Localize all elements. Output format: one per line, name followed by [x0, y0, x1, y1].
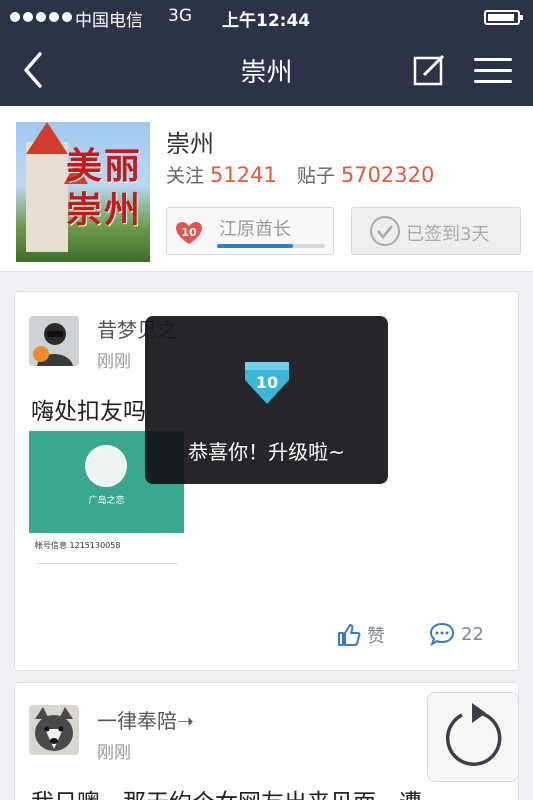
posts-label: 贴子: [296, 165, 335, 187]
level-number: 10: [181, 226, 197, 239]
image-profile-name: 广岛之恋: [88, 496, 125, 506]
avatar[interactable]: [29, 705, 79, 755]
forum-header: 美丽 崇州 崇州 关注 51241 贴子 5702320 10 江原酋长 已签到3天: [0, 106, 533, 272]
signal-icon: [10, 12, 72, 22]
image-row-text: 帐号信息 1215130058: [35, 541, 121, 550]
thumbs-up-icon: [338, 624, 361, 646]
forum-stats: 关注 51241 贴子 5702320: [166, 161, 434, 188]
refresh-button[interactable]: [427, 692, 519, 782]
page-title: 崇州: [240, 58, 293, 88]
avatar[interactable]: [29, 316, 79, 366]
forum-logo[interactable]: 美丽 崇州: [16, 122, 150, 262]
level-progress-bar: [217, 244, 325, 248]
level-up-toast: 10 恭喜你！升级啦~: [145, 316, 388, 484]
network-type: 3G: [168, 6, 192, 26]
like-button[interactable]: 赞: [337, 622, 385, 648]
like-label: 赞: [367, 626, 385, 647]
follow-count: 51241: [210, 163, 277, 187]
posts-count: 5702320: [340, 163, 435, 187]
level-badge-icon: 10: [176, 222, 202, 244]
post-text[interactable]: 嗨处扣友吗: [31, 392, 146, 426]
top-bar: 中国电信 3G 上午12:44 崇州: [0, 0, 533, 106]
toast-level-number: 10: [255, 373, 279, 392]
carrier-label: 中国电信: [75, 11, 143, 31]
refresh-icon: [445, 703, 502, 766]
edit-post-button[interactable]: [410, 52, 448, 88]
checkin-label: 已签到3天: [406, 224, 490, 245]
comment-icon: [429, 622, 455, 646]
status-time: 上午12:44: [222, 11, 311, 31]
checkin-button[interactable]: 已签到3天: [351, 207, 521, 255]
post-time: 刚刚: [97, 352, 131, 372]
post-time: 刚刚: [97, 743, 131, 763]
comment-count: 22: [461, 623, 484, 645]
level-title: 江原酋长: [219, 219, 291, 240]
status-bar: 中国电信 3G 上午12:44: [0, 0, 533, 34]
user-level-button[interactable]: 10 江原酋长: [166, 207, 334, 255]
forum-name: 崇州: [166, 130, 214, 158]
logo-art: 美丽 崇州: [66, 145, 143, 231]
post-author[interactable]: 一律奉陪➝: [97, 705, 194, 734]
menu-button[interactable]: [472, 54, 514, 86]
follow-label: 关注: [166, 165, 205, 187]
comment-button[interactable]: 22: [429, 622, 484, 646]
post-text[interactable]: 我日噢，那天约个女网友出来见面，遭: [31, 783, 422, 800]
check-circle-icon: [370, 216, 400, 246]
edit-icon: [413, 54, 445, 86]
battery-icon: [484, 10, 523, 25]
toast-message: 恭喜你！升级啦~: [188, 440, 345, 464]
